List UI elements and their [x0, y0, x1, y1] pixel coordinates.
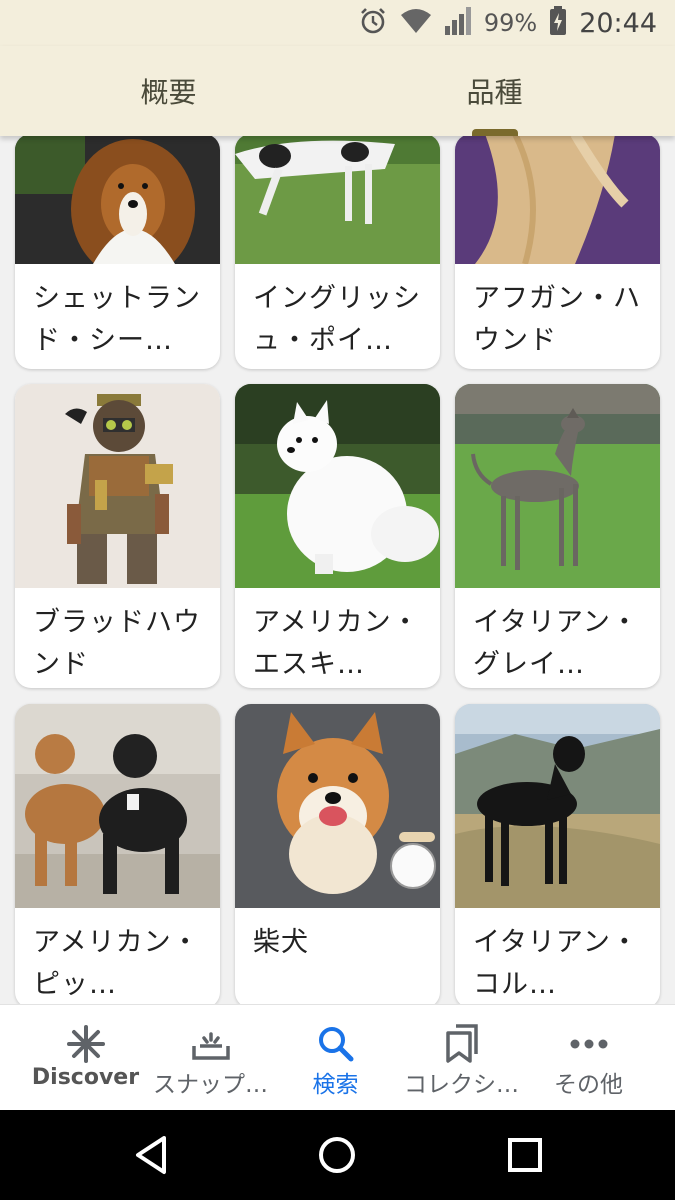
search-icon: [268, 1023, 403, 1065]
breed-label: アメリカン・エスキ…: [253, 607, 420, 680]
breed-card[interactable]: アメリカン・エスキ…: [235, 384, 440, 688]
nav-label: スナップ…: [153, 1072, 268, 1098]
nav-label: Discover: [31, 1065, 140, 1090]
more-icon: [521, 1023, 656, 1065]
alarm-icon: [358, 6, 388, 40]
breed-card[interactable]: ブラッドハウンド: [15, 384, 220, 688]
breed-image-american-pit-bull: [15, 704, 220, 908]
nav-discover[interactable]: Discover: [18, 1005, 153, 1111]
nav-snapshot[interactable]: スナップ…: [143, 1005, 278, 1111]
wifi-icon: [400, 7, 432, 39]
breed-image-cane-corso: [455, 704, 660, 908]
screen: 99% 20:44 概要 品種 シェットランド・シー… イングリッシュ・ポイ… …: [0, 0, 675, 1200]
signal-icon: [444, 6, 472, 40]
tab-breeds[interactable]: 品種: [326, 46, 663, 136]
breed-card[interactable]: 柴犬: [235, 704, 440, 1004]
tab-bar: 概要 品種: [0, 46, 675, 136]
asterisk-icon: [18, 1023, 153, 1065]
clock: 20:44: [579, 7, 657, 39]
breed-label: アフガン・ハウンド: [473, 283, 641, 356]
breed-label: シェットランド・シー…: [33, 283, 201, 356]
breed-label: イタリアン・コル…: [473, 927, 639, 1000]
breed-grid: シェットランド・シー… イングリッシュ・ポイ… アフガン・ハウンド ブラッドハウ…: [0, 136, 675, 1004]
battery-charging-icon: [549, 6, 567, 40]
snapshot-icon: [143, 1023, 278, 1065]
breed-label: アメリカン・ピッ…: [33, 927, 200, 1000]
breed-image-shiba-inu: [235, 704, 440, 908]
status-bar: 99% 20:44: [0, 0, 675, 46]
breed-card[interactable]: イタリアン・グレイ…: [455, 384, 660, 688]
back-icon[interactable]: [126, 1132, 176, 1178]
breed-card[interactable]: シェットランド・シー…: [15, 136, 220, 369]
tab-indicator: [472, 129, 518, 136]
breed-image-american-eskimo: [235, 384, 440, 588]
nav-label: 検索: [312, 1072, 359, 1098]
nav-collections[interactable]: コレクシ…: [394, 1005, 529, 1111]
breed-card[interactable]: アフガン・ハウンド: [455, 136, 660, 369]
recents-icon[interactable]: [500, 1132, 550, 1178]
breed-image-bloodhound: [15, 384, 220, 588]
breed-label: イングリッシュ・ポイ…: [253, 283, 421, 356]
system-navigation-bar: [0, 1110, 675, 1200]
home-icon[interactable]: [312, 1132, 362, 1178]
breed-card[interactable]: イタリアン・コル…: [455, 704, 660, 1004]
breed-image-english-pointer: [235, 136, 440, 264]
bottom-navigation: Discover スナップ… 検索 コレクシ… その他: [0, 1004, 675, 1110]
breed-label: イタリアン・グレイ…: [473, 607, 639, 680]
breed-card[interactable]: アメリカン・ピッ…: [15, 704, 220, 1004]
breed-image-italian-greyhound: [455, 384, 660, 588]
nav-more[interactable]: その他: [521, 1005, 656, 1111]
breed-label: 柴犬: [253, 927, 309, 958]
breed-card[interactable]: イングリッシュ・ポイ…: [235, 136, 440, 369]
breed-label: ブラッドハウンド: [33, 607, 201, 680]
nav-search[interactable]: 検索: [268, 1005, 403, 1111]
breed-image-afghan-hound: [455, 136, 660, 264]
tab-overview[interactable]: 概要: [0, 46, 337, 136]
nav-label: その他: [554, 1072, 623, 1098]
nav-label: コレクシ…: [404, 1072, 519, 1098]
battery-percent: 99%: [483, 9, 538, 37]
collections-icon: [394, 1023, 529, 1065]
breed-image-sheltie: [15, 136, 220, 264]
